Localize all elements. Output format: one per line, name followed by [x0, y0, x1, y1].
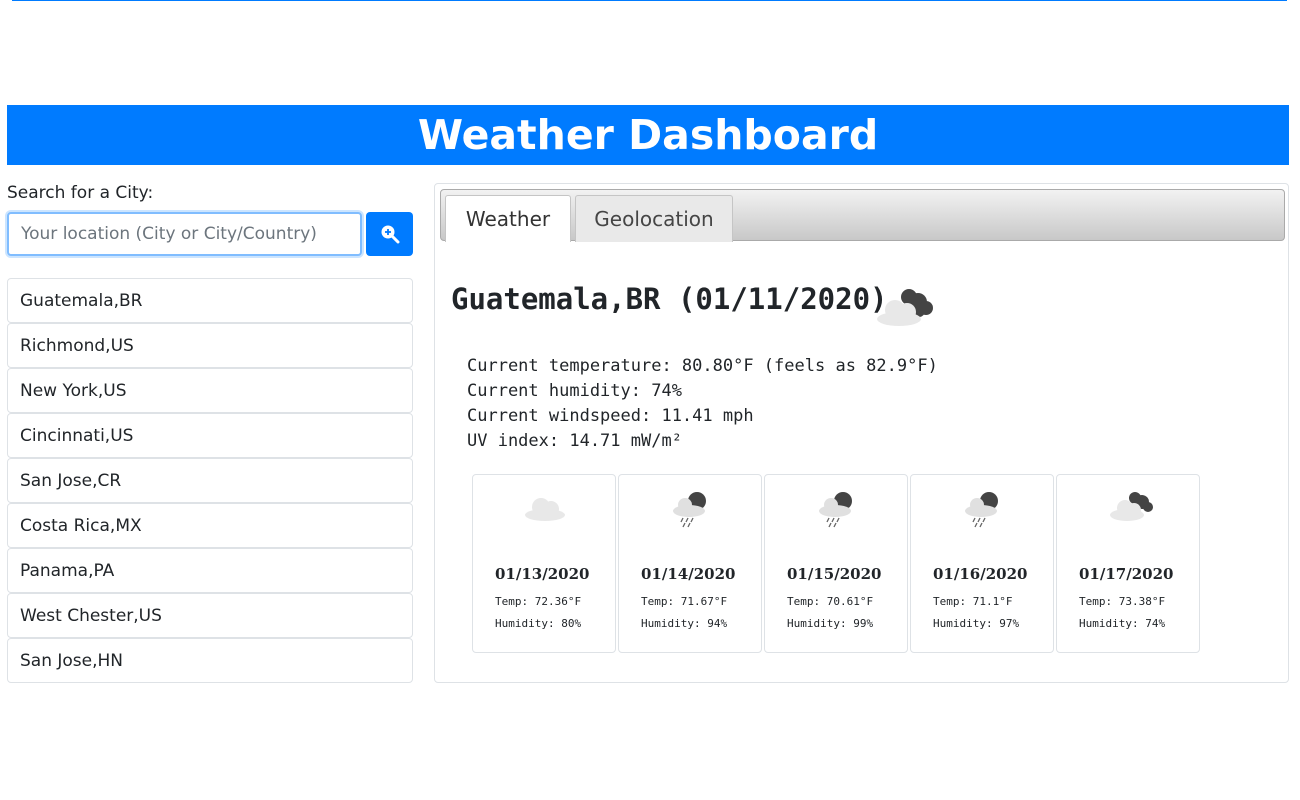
forecast-date: 01/17/2020: [1079, 565, 1174, 583]
city-history-item[interactable]: Cincinnati,US: [7, 413, 413, 458]
forecast-humidity: Humidity: 97%: [933, 617, 1020, 630]
forecast-humidity: Humidity: 74%: [1079, 617, 1166, 630]
city-history-item[interactable]: New York,US: [7, 368, 413, 413]
forecast-temp: Temp: 70.61°F: [787, 595, 874, 608]
search-zoom-icon: [381, 225, 399, 244]
forecast-humidity: Humidity: 94%: [641, 617, 728, 630]
weather-panel: Weather Geolocation Guatemala,BR (01/11/…: [434, 183, 1289, 683]
forecast-row: 01/13/2020 Temp: 72.36°F Humidity: 80% 0…: [472, 474, 1202, 653]
city-history-item[interactable]: San Jose,CR: [7, 458, 413, 503]
city-history-item[interactable]: Panama,PA: [7, 548, 413, 593]
forecast-date: 01/13/2020: [495, 565, 590, 583]
city-history-list: Guatemala,BR Richmond,US New York,US Cin…: [7, 278, 413, 683]
current-stats: Current temperature: 80.80°F (feels as 8…: [467, 354, 938, 454]
search-button[interactable]: [366, 212, 413, 256]
forecast-card: 01/16/2020 Temp: 71.1°F Humidity: 97%: [910, 474, 1054, 653]
top-divider: [12, 0, 1287, 1]
tab-bar: Weather Geolocation: [440, 189, 1285, 242]
tab-weather[interactable]: Weather: [445, 195, 571, 242]
broken-clouds-icon: [1110, 492, 1153, 521]
forecast-date: 01/16/2020: [933, 565, 1028, 583]
cloud-icon: [525, 498, 565, 521]
forecast-humidity: Humidity: 99%: [787, 617, 874, 630]
page-title: Weather Dashboard: [417, 111, 879, 159]
city-history-item[interactable]: Guatemala,BR: [7, 278, 413, 323]
forecast-temp: Temp: 72.36°F: [495, 595, 582, 608]
city-history-item[interactable]: Costa Rica,MX: [7, 503, 413, 548]
tab-geolocation[interactable]: Geolocation: [575, 195, 733, 242]
rain-cloud-icon: [819, 492, 852, 528]
rain-cloud-icon: [673, 492, 706, 528]
city-history-item[interactable]: West Chester,US: [7, 593, 413, 638]
forecast-card: 01/14/2020 Temp: 71.67°F Humidity: 94%: [618, 474, 762, 653]
forecast-temp: Temp: 71.67°F: [641, 595, 728, 608]
city-history-item[interactable]: San Jose,HN: [7, 638, 413, 683]
forecast-humidity: Humidity: 80%: [495, 617, 582, 630]
current-windspeed: Current windspeed: 11.41 mph: [467, 406, 754, 426]
forecast-date: 01/14/2020: [641, 565, 736, 583]
search-label: Search for a City:: [7, 183, 154, 203]
rain-cloud-icon: [965, 492, 998, 528]
current-city-title: Guatemala,BR (01/11/2020): [451, 282, 888, 316]
forecast-temp: Temp: 73.38°F: [1079, 595, 1166, 608]
broken-clouds-icon: [877, 289, 933, 326]
forecast-temp: Temp: 71.1°F: [933, 595, 1013, 608]
city-history-item[interactable]: Richmond,US: [7, 323, 413, 368]
forecast-card: 01/15/2020 Temp: 70.61°F Humidity: 99%: [764, 474, 908, 653]
current-temperature: Current temperature: 80.80°F (feels as 8…: [467, 356, 938, 376]
current-uv-index: UV index: 14.71 mW/m²: [467, 431, 682, 451]
forecast-card: 01/13/2020 Temp: 72.36°F Humidity: 80%: [472, 474, 616, 653]
header-banner: Weather Dashboard: [7, 105, 1289, 165]
forecast-card: 01/17/2020 Temp: 73.38°F Humidity: 74%: [1056, 474, 1200, 653]
search-input[interactable]: [7, 212, 362, 256]
current-humidity: Current humidity: 74%: [467, 381, 682, 401]
forecast-date: 01/15/2020: [787, 565, 882, 583]
